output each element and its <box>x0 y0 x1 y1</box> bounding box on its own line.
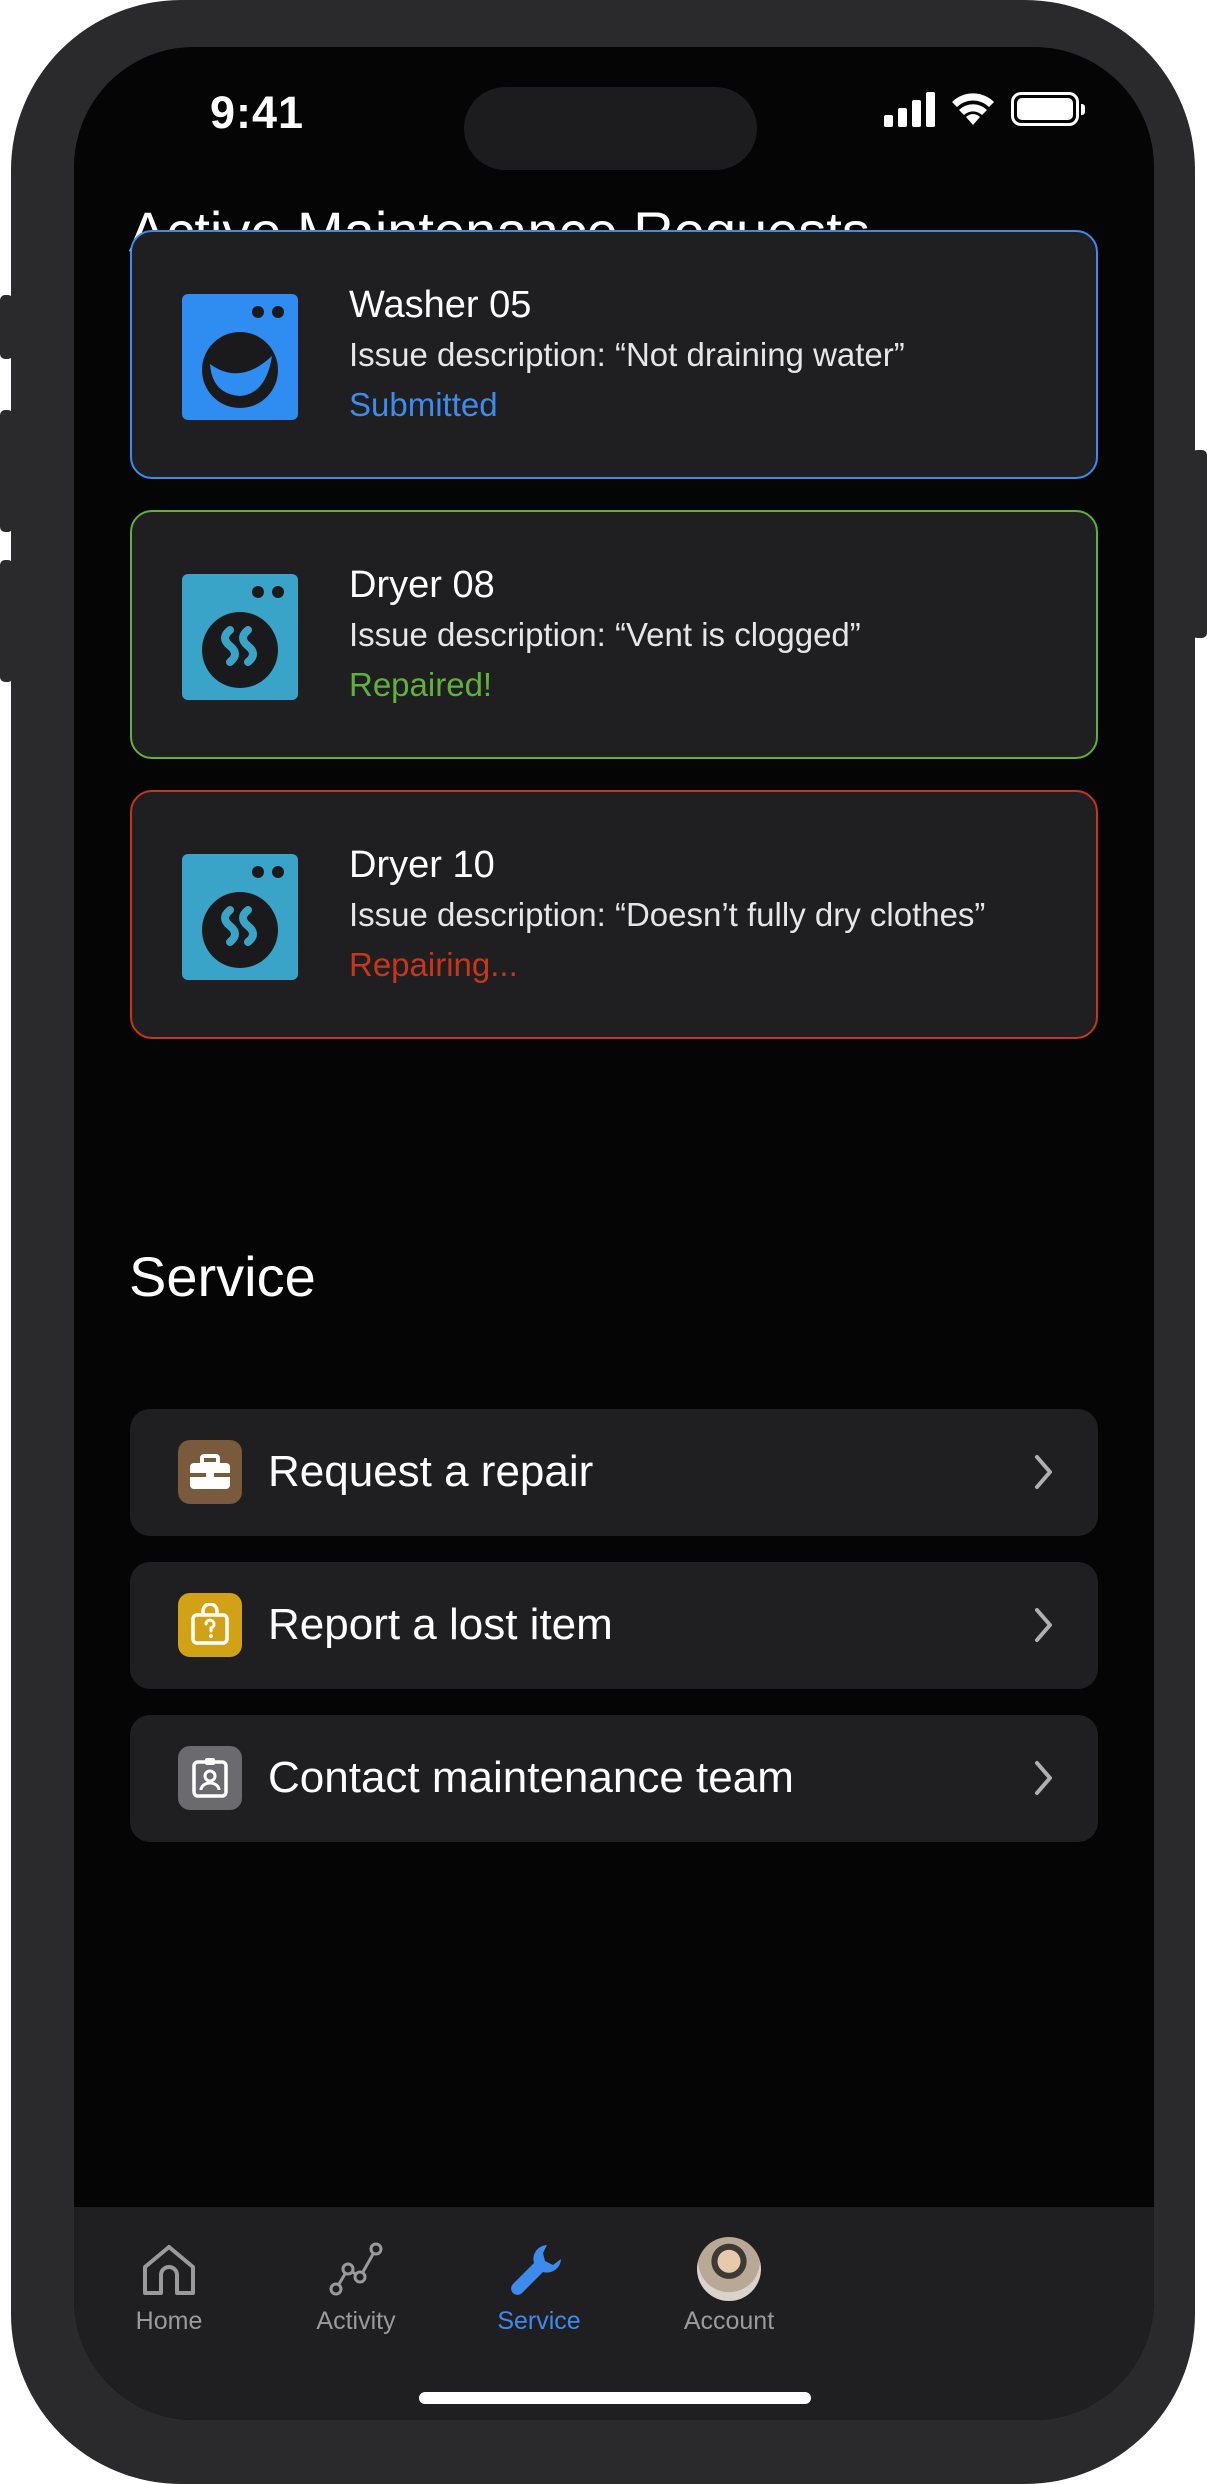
request-machine-name: Dryer 08 <box>349 564 495 606</box>
request-issue-description: Issue description: “Doesn’t fully dry cl… <box>349 896 986 933</box>
washer-icon <box>182 294 298 420</box>
tab-bar: Home Activity Service Account <box>74 2207 1154 2420</box>
request-card-dryer-10[interactable]: Dryer 10 Issue description: “Doesn’t ful… <box>130 790 1098 1039</box>
toolbox-icon <box>178 1440 242 1504</box>
request-machine-name: Dryer 10 <box>349 844 495 886</box>
status-icons <box>884 91 1085 127</box>
tab-service[interactable]: Service <box>459 2237 619 2336</box>
battery-icon <box>1011 92 1085 126</box>
service-item-label: Contact maintenance team <box>268 1753 794 1802</box>
service-title: Service <box>129 1245 316 1308</box>
lost-item-bag-icon <box>178 1593 242 1657</box>
home-icon <box>143 2245 195 2295</box>
chevron-right-icon <box>1035 1608 1052 1642</box>
request-issue-description: Issue description: “Not draining water” <box>349 336 905 373</box>
chevron-right-icon <box>1035 1761 1052 1795</box>
dryer-icon <box>182 574 298 700</box>
avatar <box>697 2237 761 2301</box>
phone-frame: 9:41 Active Maintenance Requests <box>11 0 1195 2484</box>
tab-label: Service <box>497 2307 581 2335</box>
tab-label: Account <box>683 2307 775 2335</box>
request-issue-description: Issue description: “Vent is clogged” <box>349 616 861 653</box>
service-item-label: Request a repair <box>268 1447 594 1496</box>
wifi-icon <box>952 93 994 125</box>
tab-activity[interactable]: Activity <box>276 2237 436 2336</box>
request-repair-button[interactable]: Request a repair <box>130 1409 1098 1536</box>
tab-account[interactable]: Account <box>649 2237 809 2336</box>
request-card-dryer-08[interactable]: Dryer 08 Issue description: “Vent is clo… <box>130 510 1098 759</box>
service-item-label: Report a lost item <box>268 1600 613 1649</box>
request-status: Submitted <box>349 386 498 423</box>
wrench-icon <box>511 2245 561 2295</box>
dynamic-island <box>464 87 757 170</box>
tab-label: Activity <box>316 2307 396 2335</box>
chevron-right-icon <box>1035 1455 1052 1489</box>
report-lost-item-button[interactable]: Report a lost item <box>130 1562 1098 1689</box>
activity-icon <box>329 2242 383 2296</box>
request-status: Repaired! <box>349 666 493 703</box>
tab-label: Home <box>135 2307 203 2335</box>
tab-home[interactable]: Home <box>89 2237 249 2336</box>
status-time: 9:41 <box>210 87 305 138</box>
dryer-icon <box>182 854 298 980</box>
home-indicator <box>419 2392 811 2404</box>
contact-badge-icon <box>178 1746 242 1810</box>
request-machine-name: Washer 05 <box>349 284 532 326</box>
screen: 9:41 Active Maintenance Requests <box>74 47 1154 2420</box>
request-status: Repairing... <box>349 946 518 983</box>
cellular-signal-icon <box>884 91 935 127</box>
contact-maintenance-team-button[interactable]: Contact maintenance team <box>130 1715 1098 1842</box>
request-card-washer-05[interactable]: Washer 05 Issue description: “Not draini… <box>130 230 1098 479</box>
